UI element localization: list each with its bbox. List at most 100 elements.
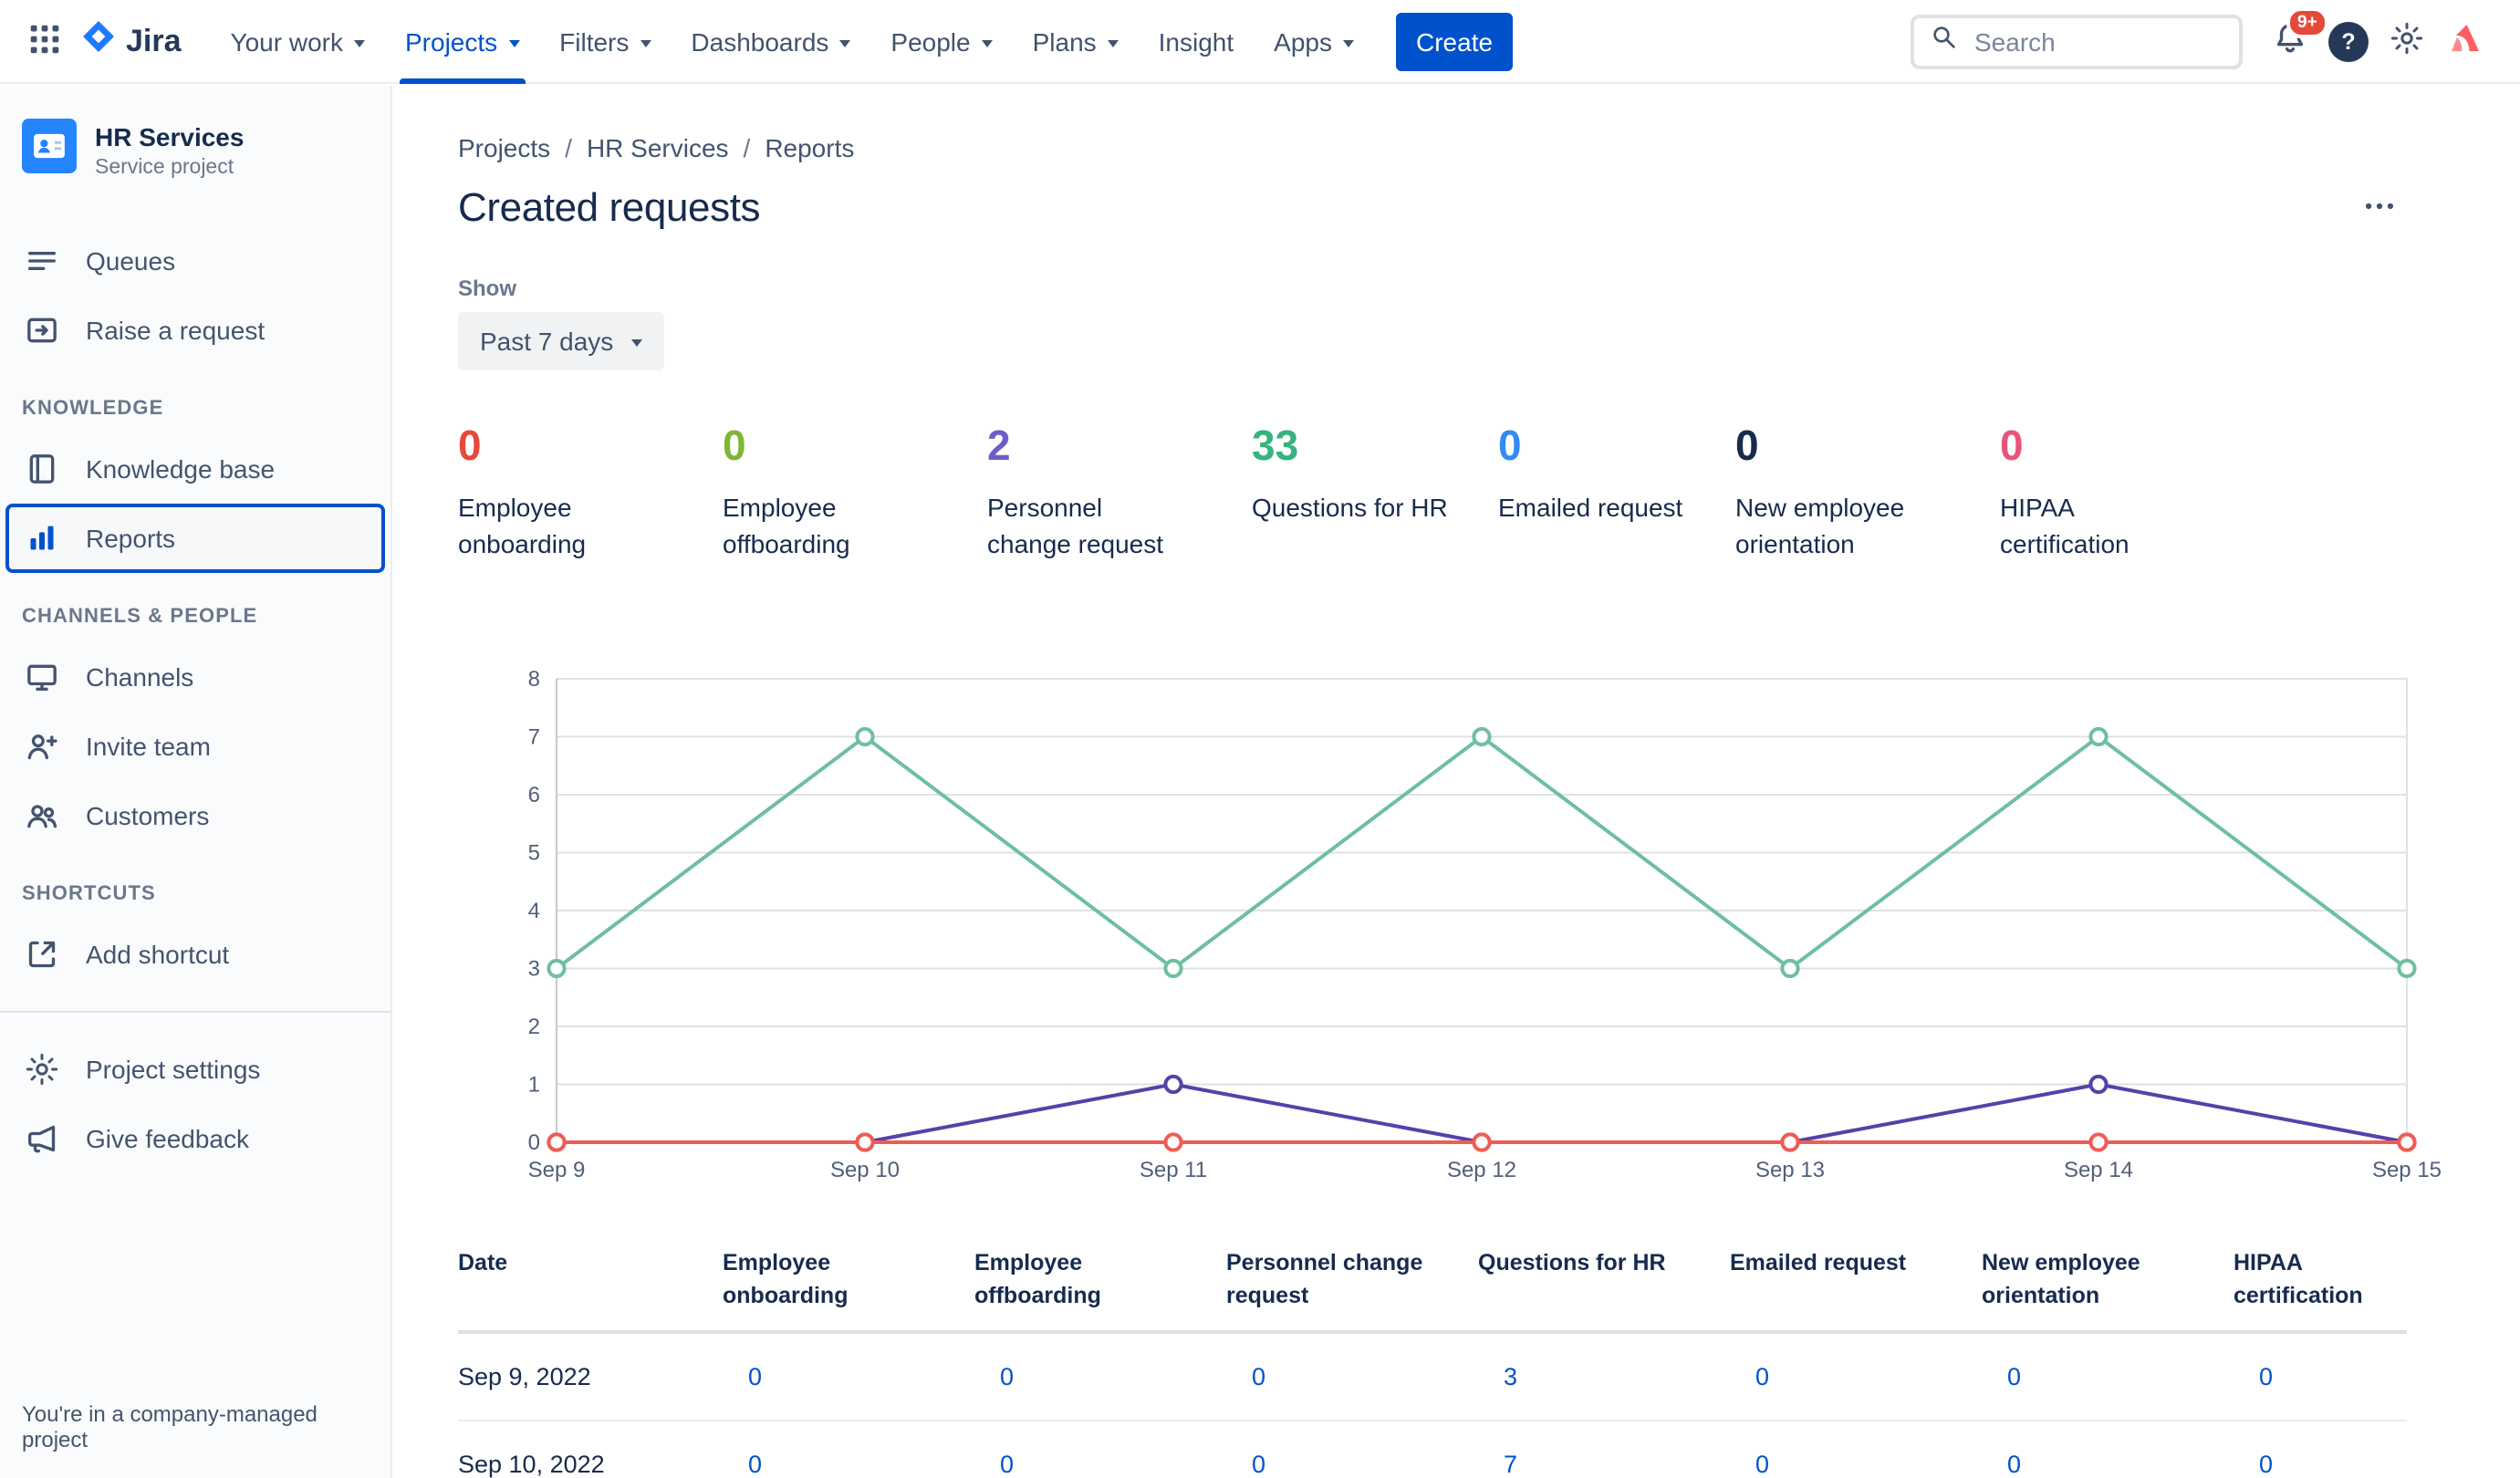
stat-label: Emailed request [1498, 492, 1683, 522]
nav-item-label: Your work [230, 26, 344, 56]
count-link[interactable]: 0 [2007, 1363, 2021, 1390]
svg-text:Sep 15: Sep 15 [2372, 1158, 2442, 1182]
column-header-questions-for-hr: Questions for HR [1478, 1233, 1730, 1335]
count-cell: 0 [1982, 1421, 2234, 1478]
breadcrumb-projects[interactable]: Projects [458, 133, 550, 162]
count-link[interactable]: 0 [748, 1451, 762, 1478]
sidebar-item-label: Give feedback [86, 1124, 249, 1153]
sidebar-item-queues[interactable]: Queues [0, 226, 390, 296]
count-link[interactable]: 7 [1504, 1451, 1517, 1478]
svg-text:4: 4 [528, 899, 540, 923]
svg-text:Sep 13: Sep 13 [1755, 1158, 1825, 1182]
count-link[interactable]: 0 [2259, 1451, 2273, 1478]
settings-icon [22, 1049, 62, 1089]
chevron-down-icon [508, 39, 520, 47]
count-cell: 0 [2234, 1332, 2407, 1422]
settings-button[interactable] [2378, 12, 2436, 70]
breadcrumb-separator: / [743, 133, 751, 162]
column-header-personnel-change-request: Personnel change request [1226, 1233, 1478, 1335]
search-box[interactable] [1911, 14, 2243, 68]
sidebar: HR Services Service project Queues Raise … [0, 86, 392, 1478]
count-link[interactable]: 0 [1755, 1451, 1769, 1478]
count-link[interactable]: 0 [1252, 1363, 1265, 1390]
jira-window: Jira Your work Projects Filters Dashboards P… [0, 0, 2520, 1478]
sidebar-section-header: CHANNELS & PEOPLE [22, 606, 258, 628]
sidebar-item-customers[interactable]: Customers [0, 781, 390, 850]
sidebar-item-invite-team[interactable]: Invite team [0, 712, 390, 781]
column-header-employee-onboarding: Employee onboarding [723, 1233, 974, 1335]
count-link[interactable]: 0 [1252, 1451, 1265, 1478]
stat-value: 0 [723, 422, 746, 469]
date-cell: Sep 9, 2022 [458, 1332, 723, 1422]
customers-icon [22, 796, 62, 836]
column-header-emailed-request: Emailed request [1730, 1233, 1982, 1335]
sidebar-item-label: Customers [86, 801, 210, 830]
count-cell: 3 [1478, 1332, 1730, 1422]
stat-label: Questions for HR [1252, 492, 1448, 522]
nav-item-projects[interactable]: Projects [385, 0, 539, 83]
stat-label: Personnel change request [987, 492, 1164, 558]
stat-label: HIPAA certification [2000, 492, 2130, 558]
main-content: Projects / HR Services / Reports Created… [394, 86, 2520, 1478]
breadcrumb-hr-services[interactable]: HR Services [587, 133, 729, 162]
search-input[interactable] [1971, 25, 2224, 57]
nav-item-apps[interactable]: Apps [1254, 0, 1374, 83]
svg-text:7: 7 [528, 725, 540, 750]
nav-item-dashboards[interactable]: Dashboards [671, 0, 870, 83]
channels-icon [22, 657, 62, 697]
app-switcher-button[interactable] [15, 12, 73, 70]
sidebar-item-raise-a-request[interactable]: Raise a request [0, 296, 390, 365]
count-link[interactable]: 3 [1504, 1363, 1517, 1390]
count-cell: 0 [1226, 1421, 1478, 1478]
count-cell: 0 [1982, 1332, 2234, 1422]
sidebar-item-give-feedback[interactable]: Give feedback [0, 1104, 390, 1173]
create-button[interactable]: Create [1396, 12, 1514, 70]
svg-text:Sep 11: Sep 11 [1140, 1158, 1207, 1182]
sidebar-item-project-settings[interactable]: Project settings [0, 1035, 390, 1104]
atlassian-home-button[interactable] [2436, 12, 2494, 70]
nav-item-filters[interactable]: Filters [539, 0, 671, 83]
chevron-down-icon [354, 39, 365, 47]
stat-label: Employee offboarding [723, 492, 850, 558]
nav-item-your-work[interactable]: Your work [211, 0, 386, 83]
stat-emailed-request: 0 Emailed request [1498, 422, 1735, 562]
sidebar-item-channels[interactable]: Channels [0, 642, 390, 712]
page-title: Created requests [458, 184, 761, 230]
stat-questions-for-hr: 33 Questions for HR [1252, 422, 1498, 562]
table-row: Sep 9, 2022 0 0 0 3 0 0 0 [458, 1332, 2407, 1422]
breadcrumb-reports[interactable]: Reports [765, 133, 854, 162]
count-link[interactable]: 0 [1000, 1451, 1014, 1478]
show-label: Show [458, 276, 516, 301]
jira-logo[interactable]: Jira [80, 18, 182, 64]
sidebar-item-add-shortcut[interactable]: Add shortcut [0, 920, 390, 989]
nav-item-label: Plans [1032, 26, 1097, 56]
count-cell: 0 [1730, 1421, 1982, 1478]
created-requests-chart: 0 1 2 3 4 5 6 7 8 Sep 9 Sep 10 Sep 11 Sep 12 Sep 13 Se… [528, 667, 2442, 1182]
stat-new-employee-orientation: 0 New employee orientation [1735, 422, 2000, 562]
reports-icon [22, 518, 62, 558]
count-link[interactable]: 0 [1755, 1363, 1769, 1390]
sidebar-item-reports[interactable]: Reports [5, 504, 385, 573]
stat-hipaa-certification: 0 HIPAA certification [2000, 422, 2265, 562]
chevron-down-icon [631, 339, 643, 347]
count-cell: 0 [723, 1421, 974, 1478]
project-header[interactable]: HR Services Service project [0, 111, 390, 204]
nav-item-people[interactable]: People [870, 0, 1012, 83]
chevron-down-icon [640, 39, 651, 47]
count-link[interactable]: 0 [2007, 1451, 2021, 1478]
nav-item-insight[interactable]: Insight [1139, 0, 1255, 83]
sidebar-item-label: Reports [86, 524, 176, 553]
svg-text:Sep 9: Sep 9 [528, 1158, 586, 1182]
stat-label: New employee orientation [1735, 492, 1905, 558]
count-link[interactable]: 0 [2259, 1363, 2273, 1390]
stat-value: 2 [987, 422, 1011, 469]
sidebar-item-knowledge-base[interactable]: Knowledge base [0, 434, 390, 504]
breadcrumb: Projects / HR Services / Reports [458, 133, 2407, 162]
count-link[interactable]: 0 [1000, 1363, 1014, 1390]
count-link[interactable]: 0 [748, 1363, 762, 1390]
notifications-button[interactable]: 9+ [2261, 6, 2328, 70]
date-range-dropdown[interactable]: Past 7 days [458, 312, 665, 370]
count-cell: 0 [1730, 1332, 1982, 1422]
more-options-button[interactable] [2352, 181, 2407, 235]
nav-item-plans[interactable]: Plans [1013, 0, 1139, 83]
